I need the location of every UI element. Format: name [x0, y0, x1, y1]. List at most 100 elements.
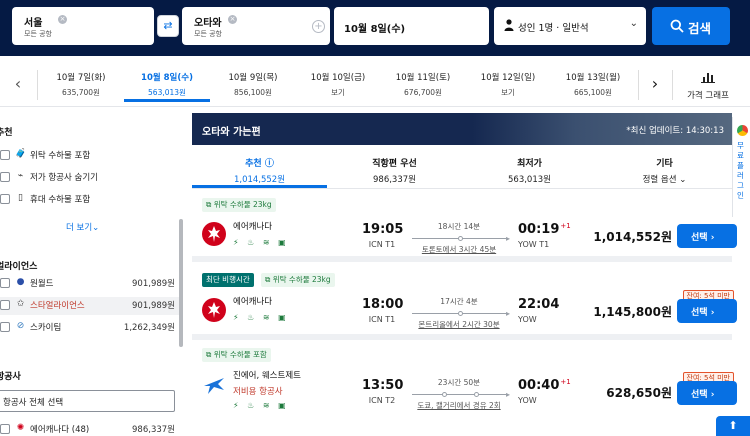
- date-field[interactable]: 10월 8일(수): [334, 7, 489, 45]
- chevron-left-icon[interactable]: ‹: [6, 70, 30, 100]
- filter-star-alliance[interactable]: ✩ 스타얼라이언스 901,989원: [0, 297, 180, 315]
- sort-tabs: 추천 ⓘ 1,014,552원 직항편 우선 986,337원 최저가 563,…: [192, 150, 732, 188]
- scroll-top-button[interactable]: ⬆: [716, 416, 750, 436]
- date-option[interactable]: 10월 10일(금) 보기: [295, 68, 381, 102]
- swap-icon[interactable]: ⇄: [157, 15, 179, 37]
- add-destination-icon[interactable]: +: [312, 20, 325, 33]
- sidebar-scrollbar[interactable]: [179, 219, 183, 347]
- destination-field[interactable]: 오타와 모든 공항 ×: [182, 7, 330, 45]
- checkbox[interactable]: [0, 172, 10, 182]
- date-option[interactable]: 10월 13일(월) 665,100원: [550, 68, 636, 102]
- filter-label: 원월드: [30, 279, 54, 289]
- route: 18시간 14분 ▸ 토론토에서 3시간 45분: [404, 221, 514, 255]
- passenger-select[interactable]: 성인 1명 · 일반석 ⌄: [494, 7, 646, 45]
- layover-info[interactable]: 토론토에서 3시간 45분: [404, 244, 514, 255]
- arrow-icon: ▸: [505, 390, 510, 399]
- shortest-badge: 최단 비행시간: [202, 273, 254, 287]
- low-cost-label: 저비용 항공사: [233, 387, 283, 397]
- flight-card[interactable]: 최단 비행시간 ⧉ 위탁 수하물 23kg 에어캐나다 ⚡ ♨ ≋ ▣ 18:0…: [192, 268, 737, 340]
- checkbox[interactable]: [0, 278, 10, 288]
- chrome-icon: [737, 125, 748, 136]
- search-button[interactable]: 검색: [652, 7, 730, 45]
- extension-label: 무료 플러그인: [737, 141, 744, 200]
- badge-label: 위탁 수하물 포함: [213, 350, 267, 359]
- date-option[interactable]: 10월 9일(목) 856,100원: [210, 68, 296, 102]
- date-option[interactable]: 10월 7일(화) 635,700원: [38, 68, 124, 102]
- tab-other[interactable]: 기타 정렬 옵션 ⌄: [597, 150, 732, 188]
- filter-label: 스타얼라이언스: [30, 301, 85, 311]
- filter-price: 986,337원: [132, 425, 175, 435]
- flight-price: 628,650원: [606, 386, 672, 400]
- skyteam-icon: ⊘: [16, 321, 25, 331]
- date-carousel: ‹ 10월 7일(화) 635,700원 10월 8일(수) 563,013원 …: [0, 64, 750, 106]
- tab-recommended[interactable]: 추천 ⓘ 1,014,552원: [192, 150, 327, 188]
- date-option-selected[interactable]: 10월 8일(수) 563,013원: [124, 68, 210, 102]
- person-icon: [504, 19, 514, 31]
- select-label: 선택: [691, 233, 708, 243]
- filter-checked-baggage[interactable]: 🧳 위탁 수하물 포함: [0, 147, 180, 165]
- amenities-icons: ⚡ ♨ ≋ ▣: [233, 401, 289, 410]
- flight-card[interactable]: ⧉ 위탁 수하물 23kg 에어캐나다 ⚡ ♨ ≋ ▣ 19:05 ICN T1…: [192, 192, 737, 262]
- tab-direct-first[interactable]: 직항편 우선 986,337원: [327, 150, 462, 188]
- airline-name: 진에어, 웨스트제트: [233, 371, 301, 381]
- select-button[interactable]: 선택 ›: [677, 381, 737, 405]
- date-option-label: 10월 11일(토): [395, 73, 451, 83]
- layover-info[interactable]: 몬트리올에서 2시간 30분: [404, 319, 514, 330]
- airline-name: 에어캐나다: [233, 222, 273, 232]
- filter-price: 1,262,349원: [123, 323, 175, 333]
- filter-air-canada[interactable]: ✺ 에어캐나다 (48) 986,337원: [0, 421, 180, 436]
- route-line: ▸: [412, 309, 510, 319]
- filter-skyteam[interactable]: ⊘ 스카이팀 1,262,349원: [0, 319, 180, 337]
- checkbox[interactable]: [0, 150, 10, 160]
- tab-label: 기타: [656, 159, 673, 169]
- departure: 18:00 ICN T1: [362, 297, 403, 324]
- departure-time: 19:05: [362, 222, 404, 237]
- date-option-label: 10월 12일(일): [480, 73, 536, 83]
- layover-info[interactable]: 도쿄, 캘거리에서 경유 2회: [404, 400, 514, 411]
- amenities-icons: ⚡ ♨ ≋ ▣: [233, 313, 289, 322]
- show-more-link[interactable]: 더 보기⌄: [66, 221, 99, 233]
- arrival-time: 00:40: [518, 378, 560, 393]
- flight-duration: 23시간 50분: [437, 378, 481, 387]
- date-option-price: 665,100원: [574, 88, 612, 97]
- checkbox[interactable]: [0, 322, 10, 332]
- price-graph-button[interactable]: 가격 그래프: [676, 69, 740, 101]
- select-button[interactable]: 선택 ›: [677, 299, 737, 323]
- select-all-airlines-button[interactable]: 항공사 전체 선택: [0, 390, 175, 412]
- star-alliance-icon: ✩: [16, 299, 25, 309]
- date-option[interactable]: 10월 11일(토) 676,700원: [380, 68, 466, 102]
- checkbox[interactable]: [0, 424, 10, 434]
- badge-row: ⧉ 위탁 수하물 23kg: [202, 198, 276, 212]
- flight-card[interactable]: ⧉ 위탁 수하물 포함 진에어, 웨스트제트 저비용 항공사 ⚡ ♨ ≋ ▣ 1…: [192, 346, 737, 436]
- date-option[interactable]: 10월 12일(일) 보기: [465, 68, 551, 102]
- origin-field[interactable]: 서울 모든 공항 ×: [12, 7, 154, 45]
- flight-price: 1,014,552원: [593, 230, 672, 244]
- flight-duration: 17시간 4분: [440, 297, 478, 306]
- clear-origin-icon[interactable]: ×: [58, 15, 67, 24]
- badge-row: ⧉ 위탁 수하물 포함: [202, 348, 271, 362]
- date-option-price: 635,700원: [62, 88, 100, 97]
- checkbox[interactable]: [0, 300, 10, 310]
- tab-cheapest[interactable]: 최저가 563,013원: [462, 150, 597, 188]
- airlines-heading: 항공사: [0, 372, 21, 382]
- browser-extension-tab[interactable]: 무료 플러그인: [732, 117, 750, 217]
- select-button[interactable]: 선택 ›: [677, 224, 737, 248]
- filter-oneworld[interactable]: ● 원월드 901,989원: [0, 275, 180, 293]
- checkbox[interactable]: [0, 194, 10, 204]
- flight-duration: 18시간 14분: [437, 222, 481, 231]
- arrival: 22:04 YOW: [518, 297, 573, 324]
- filter-hide-lcc[interactable]: ⌁ 저가 항공사 숨기기: [0, 169, 180, 187]
- departure-airport: ICN T1: [368, 315, 396, 324]
- departure-time: 13:50: [362, 378, 404, 393]
- origin-city: 서울: [24, 18, 43, 29]
- arrival-time: 22:04: [518, 297, 560, 312]
- clear-destination-icon[interactable]: ×: [228, 15, 237, 24]
- filter-label: 위탁 수하물 포함: [30, 151, 91, 161]
- filter-carry-on[interactable]: ▯ 휴대 수하물 포함: [0, 191, 180, 209]
- info-icon[interactable]: ⓘ: [265, 159, 274, 169]
- show-more-label: 더 보기: [66, 223, 93, 233]
- departure-airport: ICN T2: [368, 396, 396, 405]
- tag-icon: ⌁: [17, 171, 24, 181]
- date-option-label: 10월 8일(수): [141, 73, 193, 83]
- chevron-right-icon[interactable]: ›: [643, 70, 667, 100]
